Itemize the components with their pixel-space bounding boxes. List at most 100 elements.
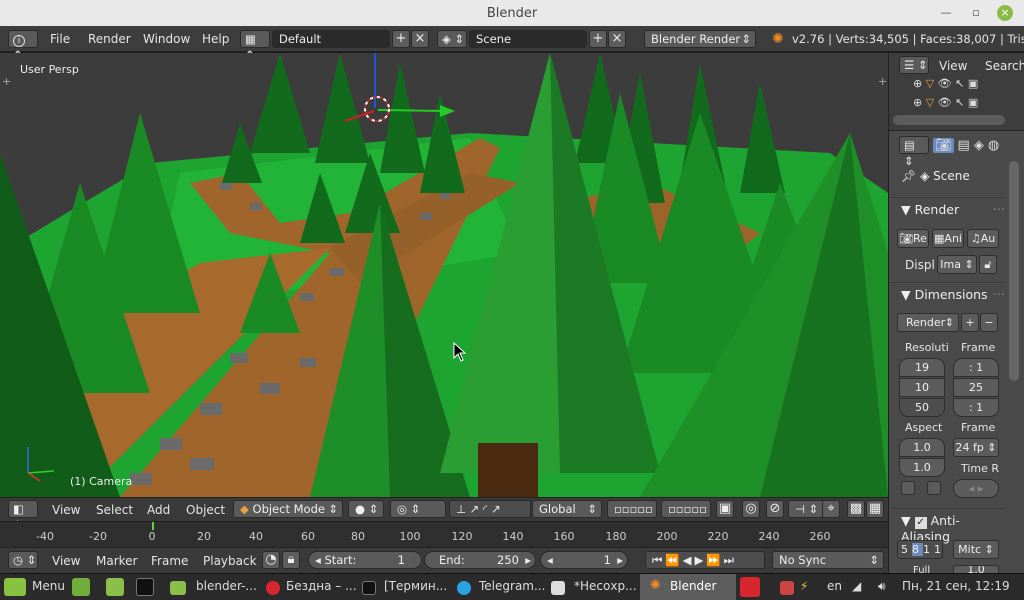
toolshelf-toggle-icon[interactable]: + <box>2 75 11 88</box>
properties-toggle-icon[interactable]: + <box>878 75 887 88</box>
outliner-scrollbar[interactable] <box>893 115 1005 125</box>
task-blender-folder[interactable]: blender-... <box>196 579 257 593</box>
task-telegram[interactable]: Telegram... <box>479 579 545 593</box>
layer-buttons-2[interactable]: ▫▫▫▫▫ <box>661 500 711 518</box>
outliner-search-menu[interactable]: Search <box>985 59 1024 73</box>
remove-scene-icon[interactable]: × <box>608 30 626 48</box>
menu-window[interactable]: Window <box>143 32 190 46</box>
resolution-y-field[interactable]: 10 <box>899 378 945 397</box>
keyframe-icon[interactable]: ◔ <box>262 551 280 569</box>
outliner-editor-type-button[interactable]: ☰ ⇕ <box>899 56 929 74</box>
terminal-icon[interactable] <box>136 578 154 596</box>
files-icon[interactable] <box>106 578 124 596</box>
lock-interface-icon[interactable]: 🔓︎ <box>979 255 997 274</box>
aspect-y-field[interactable]: 1.0 <box>899 458 945 477</box>
properties-editor-type-button[interactable]: ▤ ⇕ <box>899 136 929 168</box>
aa-sample-11[interactable]: 1 <box>923 543 934 556</box>
aa-samples-buttons[interactable]: 5811 <box>897 540 943 559</box>
mode-select[interactable]: ◆ Object Mode ⇕ <box>233 500 343 518</box>
timeline-editor-type-button[interactable]: ◷ ⇕ <box>8 551 38 569</box>
menu-render[interactable]: Render <box>88 32 131 46</box>
outliner-row[interactable]: ⊕ ▽ 👁︎ ↖ ▣ <box>913 96 978 109</box>
mint-menu-icon[interactable] <box>4 578 26 596</box>
outliner-view-menu[interactable]: View <box>939 59 967 73</box>
lock-icon[interactable]: 🔒︎ <box>282 551 300 569</box>
aa-sample-16[interactable]: 1 <box>934 543 945 556</box>
view3d-menu-view[interactable]: View <box>52 503 80 517</box>
resolution-percent-field[interactable]: 50 <box>899 398 945 417</box>
add-preset-icon[interactable]: + <box>961 313 979 332</box>
resolution-x-field[interactable]: 19 <box>899 358 945 377</box>
aa-sample-8[interactable]: 8 <box>912 543 923 556</box>
timeline-menu-frame[interactable]: Frame <box>151 554 188 568</box>
render-engine-select[interactable]: Blender Render ⇕ <box>644 30 756 48</box>
viewport-shading-select[interactable]: ● ⇕ <box>348 500 384 518</box>
render-preview-icon[interactable]: ▩ <box>847 500 865 518</box>
frame-end-field[interactable]: 25 <box>953 378 999 397</box>
timeline-menu-playback[interactable]: Playback <box>203 554 257 568</box>
task-terminal[interactable]: [Термин... <box>384 579 447 593</box>
aa-filter-select[interactable]: Mitc ⇕ <box>953 540 999 559</box>
task-blender-active[interactable]: ✺ Blender <box>640 574 736 600</box>
timeline-menu-view[interactable]: View <box>52 554 80 568</box>
scene-browse-button[interactable]: ◈ ⇕ <box>437 30 467 48</box>
editor-type-button[interactable]: i ⇕ <box>8 30 38 62</box>
update-icon[interactable] <box>780 581 794 595</box>
pin-icon[interactable]: 📌︎ <box>901 169 916 183</box>
world-tab-icon[interactable]: ◍ <box>988 138 999 153</box>
timeline-menu-marker[interactable]: Marker <box>96 554 137 568</box>
render-image-button[interactable]: 📷︎Re <box>897 229 929 248</box>
display-select[interactable]: Ima ⇕ <box>937 255 977 274</box>
start-frame-field[interactable]: ◂ Start: 1 <box>308 551 422 569</box>
time-remap-field[interactable]: ◂ ▸ <box>953 479 999 498</box>
show-desktop-icon[interactable] <box>72 578 90 596</box>
render-animation-icon[interactable]: ▦ <box>866 500 884 518</box>
layout-browse-button[interactable]: ▦ ⇕ <box>240 30 270 62</box>
volume-icon[interactable]: 🔊︎ <box>878 579 886 594</box>
keyboard-layout[interactable]: en <box>827 579 842 593</box>
crop-checkbox[interactable] <box>927 481 941 495</box>
view3d-menu-object[interactable]: Object <box>186 503 225 517</box>
render-tab-icon[interactable]: 📷︎ <box>933 137 954 153</box>
scene-name-field[interactable]: Scene <box>469 30 587 48</box>
dimensions-panel-header[interactable]: ▼ Dimensions ⋯ <box>891 282 1005 304</box>
layout-name-field[interactable]: Default <box>272 30 390 48</box>
minimize-icon[interactable]: — <box>938 5 954 21</box>
close-icon[interactable]: × <box>997 5 1013 21</box>
outliner-row[interactable]: ⊕ ▽ 👁︎ ↖ ▣ <box>913 77 978 90</box>
view3d-menu-add[interactable]: Add <box>147 503 170 517</box>
timeline-ruler[interactable]: -40 -20 0 20 40 60 80 100 120 140 160 18… <box>0 521 888 547</box>
menu-file[interactable]: File <box>50 32 70 46</box>
snap-target-icon[interactable]: ⌖ <box>822 500 840 518</box>
opera-launcher-icon[interactable] <box>740 577 760 597</box>
view3d-menu-select[interactable]: Select <box>96 503 133 517</box>
manipulator-buttons[interactable]: ⊥ ↗ ◜ ↗ <box>449 500 531 518</box>
frame-start-field[interactable]: : 1 <box>953 358 999 377</box>
antialiasing-panel-header[interactable]: ▼ ✓ Anti-Aliasing <box>891 508 1005 544</box>
current-frame-marker[interactable] <box>152 522 154 530</box>
pivot-select[interactable]: ◎ ⇕ <box>390 500 446 518</box>
sync-mode-select[interactable]: No Sync ⇕ <box>772 551 884 569</box>
outliner[interactable]: ☰ ⇕ View Search ⊕ ▽ 👁︎ ↖ ▣ ⊕ ▽ 👁︎ ↖ ▣ <box>888 53 1024 130</box>
border-checkbox[interactable] <box>901 481 915 495</box>
3d-viewport[interactable]: User Persp (1) Camera + + <box>0 53 888 497</box>
proportional-edit-icon[interactable]: ◎ <box>742 500 760 518</box>
network-icon[interactable]: ◢ <box>852 579 861 593</box>
render-preset-select[interactable]: Render ⇕ <box>897 313 959 332</box>
end-frame-field[interactable]: End: 250 ▸ <box>424 551 536 569</box>
scene-tab-icon[interactable]: ◈ <box>974 138 984 153</box>
render-layers-tab-icon[interactable]: ▤ <box>958 138 970 153</box>
snap-icon[interactable]: ⊘ <box>766 500 784 518</box>
render-panel-header[interactable]: ▼ Render ⋯ <box>891 197 1005 219</box>
orientation-select[interactable]: Global ⇕ <box>532 500 602 518</box>
maximize-icon[interactable]: ▫ <box>968 5 984 21</box>
properties-editor[interactable]: ▤ ⇕ 📷︎ ▤ ◈ ◍ 📌︎ ◈ Scene ▼ Render ⋯ 📷︎Re ▦… <box>888 130 1024 576</box>
frame-step-field[interactable]: : 1 <box>953 398 999 417</box>
clock[interactable]: Пн, 21 сен, 12:19 <box>902 579 1010 593</box>
current-frame-field[interactable]: ◂ 1 ▸ <box>540 551 628 569</box>
properties-scrollbar[interactable] <box>1009 161 1019 381</box>
view3d-editor-type-button[interactable]: ◧ ⇕ <box>8 500 38 532</box>
remove-layout-icon[interactable]: × <box>411 30 429 48</box>
aa-enable-checkbox[interactable]: ✓ <box>914 517 927 529</box>
layer-buttons-1[interactable]: ▫▫▫▫▫ <box>607 500 657 518</box>
